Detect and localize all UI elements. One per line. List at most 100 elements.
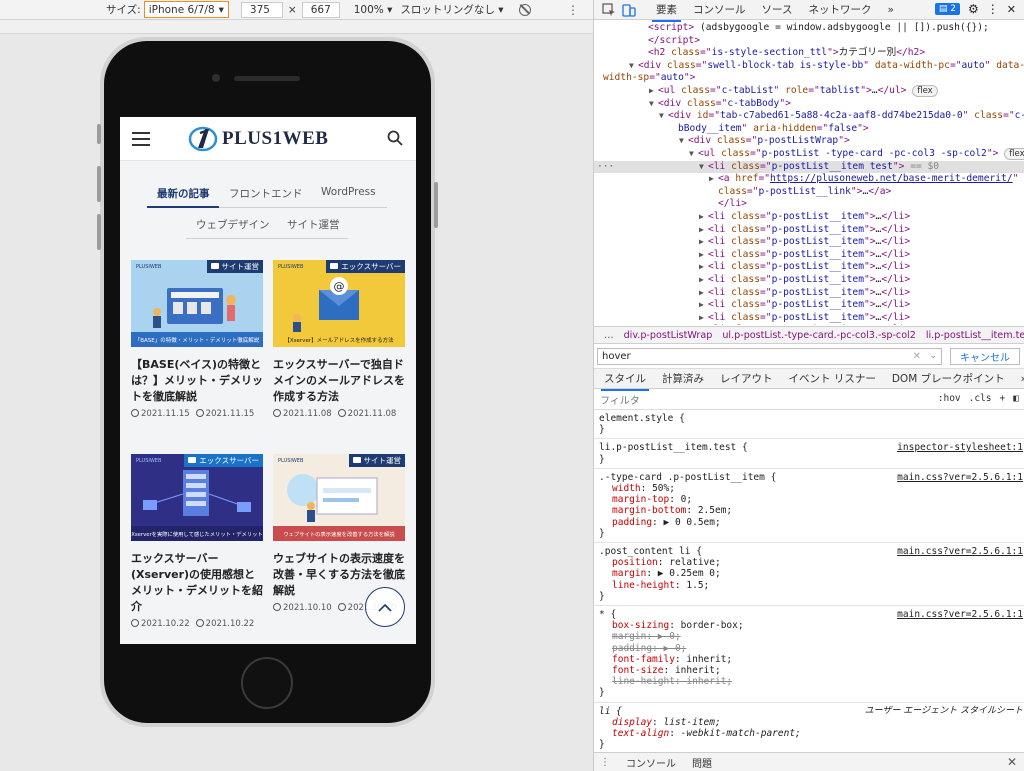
expand-arrow-icon[interactable]: ▼ <box>629 60 638 73</box>
css-property-value[interactable]: 2.5em; <box>698 505 732 516</box>
dom-node[interactable]: ▶<li class="p-postList__item">…</li> <box>594 312 1024 325</box>
tab-latest[interactable]: 最新の記事 <box>157 186 210 201</box>
collapse-arrow-icon[interactable]: ▶ <box>649 85 658 98</box>
post-title[interactable]: エックスサーバー(Xserver)の使用感想とメリット・デメリットを紹介 <box>131 551 263 615</box>
more-tabs-button[interactable]: » <box>887 4 893 16</box>
collapse-arrow-icon[interactable]: ▶ <box>699 324 708 325</box>
css-source-link[interactable]: inspector-stylesheet:1 <box>897 442 1023 453</box>
styles-filter-input[interactable]: フィルタ <box>600 392 640 407</box>
collapse-arrow-icon[interactable]: ▶ <box>699 224 708 237</box>
css-property-name[interactable]: padding <box>612 517 652 528</box>
css-property-name[interactable]: margin-bottom <box>612 505 686 516</box>
more-options-icon[interactable]: ⋮ <box>567 3 579 17</box>
css-declaration[interactable]: font-family: inherit; <box>594 654 1024 665</box>
chevron-down-icon[interactable]: ⌄ <box>929 349 937 364</box>
close-icon[interactable]: ✕ <box>1007 3 1016 16</box>
tab-console[interactable]: コンソール <box>693 2 746 17</box>
css-property-value[interactable]: list-item; <box>664 717 721 728</box>
dom-node[interactable]: ▶<li class="p-postList__item">…</li> <box>594 299 1024 312</box>
post-card[interactable]: PLUSIWEB Xserverを実際に使用して感じたメリット・デメリット エッ… <box>131 454 263 629</box>
device-select[interactable]: iPhone 6/7/8 ▾ <box>143 1 229 18</box>
tab-sources[interactable]: ソース <box>762 2 793 17</box>
collapse-arrow-icon[interactable]: ▶ <box>699 312 708 325</box>
css-selector[interactable]: * {main.css?ver=2.5.6.1:1 <box>594 609 1024 620</box>
css-property-name[interactable]: margin-top <box>612 494 669 505</box>
css-property-value[interactable]: -webkit-match-parent; <box>681 728 801 739</box>
post-title[interactable]: 【BASE(ベイス)の特徴とは？】メリット・デメリットを徹底解説 <box>131 357 263 405</box>
css-property-value[interactable]: 50%; <box>652 483 675 494</box>
expand-arrow-icon[interactable]: ▼ <box>689 148 698 161</box>
settings-gear-icon[interactable]: ⚙ <box>968 2 979 16</box>
css-property-name[interactable]: font-family <box>612 654 675 665</box>
css-property-name[interactable]: box-sizing <box>612 620 669 631</box>
css-declaration[interactable]: line-height: 1.5; <box>594 580 1024 591</box>
dom-node[interactable]: ▶<li class="p-postList__item">…</li> <box>594 261 1024 274</box>
issues-badge[interactable]: ▤ 2 <box>934 3 961 15</box>
collapse-arrow-icon[interactable]: ▶ <box>709 173 718 186</box>
css-property-name[interactable]: width <box>612 483 641 494</box>
height-input[interactable]: 667 <box>301 1 340 18</box>
expand-arrow-icon[interactable]: ▼ <box>649 98 658 111</box>
new-rule-icon[interactable]: + <box>1000 393 1006 404</box>
dom-node[interactable]: ▶<li class="p-postList__item">…</li> <box>594 224 1024 237</box>
inspect-element-icon[interactable] <box>602 2 616 17</box>
tab-frontend[interactable]: フロントエンド <box>229 186 303 201</box>
site-logo[interactable]: PLUS1WEB <box>188 125 328 153</box>
tab-computed[interactable]: 計算済み <box>662 371 704 386</box>
tab-layout[interactable]: レイアウト <box>720 371 773 386</box>
device-toggle-icon[interactable] <box>622 3 636 17</box>
more-menu-icon[interactable]: ⋮ <box>987 2 999 16</box>
width-input[interactable]: 375 <box>240 1 283 18</box>
css-selector[interactable]: li.p-postList__item.test {inspector-styl… <box>594 442 1024 453</box>
css-source-link[interactable]: main.css?ver=2.5.6.1:1 <box>897 472 1023 483</box>
css-property-name[interactable]: line-height <box>612 580 675 591</box>
more-style-tabs-button[interactable]: » <box>1021 373 1024 385</box>
css-selector[interactable]: li {ユーザー エージェント スタイルシート <box>594 706 1024 717</box>
tab-wordpress[interactable]: WordPress <box>321 186 376 198</box>
css-declaration[interactable]: box-sizing: border-box; <box>594 620 1024 631</box>
state-input[interactable]: hover ✕ ⌄ <box>597 348 942 365</box>
dom-node[interactable]: </li> <box>594 198 1024 211</box>
css-source-link[interactable]: main.css?ver=2.5.6.1:1 <box>897 609 1023 620</box>
css-declaration[interactable]: padding: ▶ 0; <box>594 643 1024 654</box>
css-property-name[interactable]: position <box>612 557 658 568</box>
css-declaration[interactable]: margin-bottom: 2.5em; <box>594 505 1024 516</box>
css-declaration[interactable]: margin-top: 0; <box>594 494 1024 505</box>
css-selector[interactable]: .post_content li {main.css?ver=2.5.6.1:1 <box>594 546 1024 557</box>
collapse-arrow-icon[interactable]: ▶ <box>699 211 708 224</box>
dom-node[interactable]: ▼ <ul class="p-postList -type-card -pc-co… <box>594 148 1024 161</box>
dom-node[interactable]: ▶<li class="p-postList__item">…</li> <box>594 287 1024 300</box>
css-property-name[interactable]: margin <box>612 568 646 579</box>
css-property-value[interactable]: inherit; <box>675 665 721 676</box>
css-declaration[interactable]: text-align: -webkit-match-parent; <box>594 728 1024 739</box>
css-declaration[interactable]: margin: ▶ 0.25em 0; <box>594 568 1024 579</box>
css-property-value[interactable]: inherit; <box>686 654 732 665</box>
dom-node[interactable]: ▶ <ul class="c-tabList" role="tablist">…<… <box>594 85 1024 98</box>
drawer-tab-issues[interactable]: 問題 <box>692 755 712 770</box>
css-declaration[interactable]: line-height: inherit; <box>594 676 1024 687</box>
close-icon[interactable]: ✕ <box>1007 755 1017 769</box>
cls-toggle[interactable]: .cls <box>969 393 992 404</box>
menu-icon[interactable] <box>132 132 150 146</box>
css-declaration[interactable]: font-size: inherit; <box>594 665 1024 676</box>
dom-node[interactable]: ▶<li class="p-postList__item">…</li> <box>594 211 1024 224</box>
tab-styles[interactable]: スタイル <box>601 371 649 391</box>
tab-web-design[interactable]: ウェブデザイン <box>196 217 270 232</box>
tab-network[interactable]: ネットワーク <box>808 2 871 17</box>
dom-node[interactable]: <h2 class="is-style-section_ttl">カテゴリー別<… <box>594 47 1024 60</box>
post-card[interactable]: PLUSIWEB @ 【Xserver】メールアドレスを作成する方法 エックスサ… <box>273 260 405 419</box>
collapse-arrow-icon[interactable]: ▶ <box>699 287 708 300</box>
dom-node[interactable]: ▼ <div class="c-tabBody"> <box>594 98 1024 111</box>
post-card[interactable]: PLUSIWEB 「BASE」の特徴・メリット・デメリット徹底解説 サイト運営 … <box>131 260 263 419</box>
css-property-value[interactable]: relative; <box>669 557 720 568</box>
breadcrumb-item[interactable]: li.p-postList__item.test <box>926 330 1024 341</box>
back-to-top-button[interactable] <box>365 587 405 627</box>
css-property-value[interactable]: ▶ 0; <box>664 643 687 654</box>
tab-dom-breakpoints[interactable]: DOM ブレークポイント <box>892 371 1005 386</box>
css-property-name[interactable]: display <box>612 717 652 728</box>
css-property-name[interactable]: text-align <box>612 728 669 739</box>
dom-node[interactable]: ▶<li class="p-postList__item">…</li> <box>594 249 1024 262</box>
tab-event-listeners[interactable]: イベント リスナー <box>789 371 876 386</box>
dom-node[interactable]: ▶<li class="p-postList__item">…</li> <box>594 236 1024 249</box>
css-property-value[interactable]: ▶ 0; <box>658 631 681 642</box>
